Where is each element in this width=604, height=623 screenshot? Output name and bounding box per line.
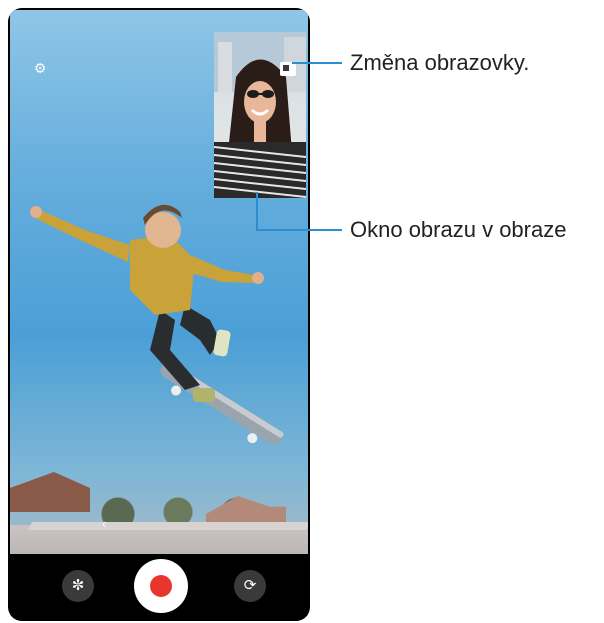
selfie-image [214,32,306,198]
settings-button[interactable]: ⚙ [32,60,48,76]
chevron-left-icon[interactable]: ‹ [102,516,106,531]
callout-line-screen-switch [292,62,342,64]
effect-button[interactable]: ✼ [62,570,94,602]
callout-screen-switch: Změna obrazovky. [350,50,530,75]
pip-window[interactable] [214,32,306,198]
skater-image [30,204,284,445]
phone-frame: ⚙ ‹ ✼ ⟳ [8,8,310,621]
callout-line-pip-vertical [256,192,258,230]
callout-pip-window: Okno obrazu v obraze [350,217,567,242]
record-button[interactable] [134,559,188,613]
effect-icon: ✼ [71,577,85,594]
gear-icon: ⚙ [33,60,47,76]
screen-switch-button[interactable] [280,62,296,76]
flip-camera-button[interactable]: ⟳ [234,570,266,602]
camera-controls: ✼ ⟳ [10,554,308,621]
record-icon [150,575,172,597]
callout-line-pip-horizontal [256,229,342,231]
skate-ramp-edge [28,522,308,530]
flip-camera-icon: ⟳ [243,577,257,594]
